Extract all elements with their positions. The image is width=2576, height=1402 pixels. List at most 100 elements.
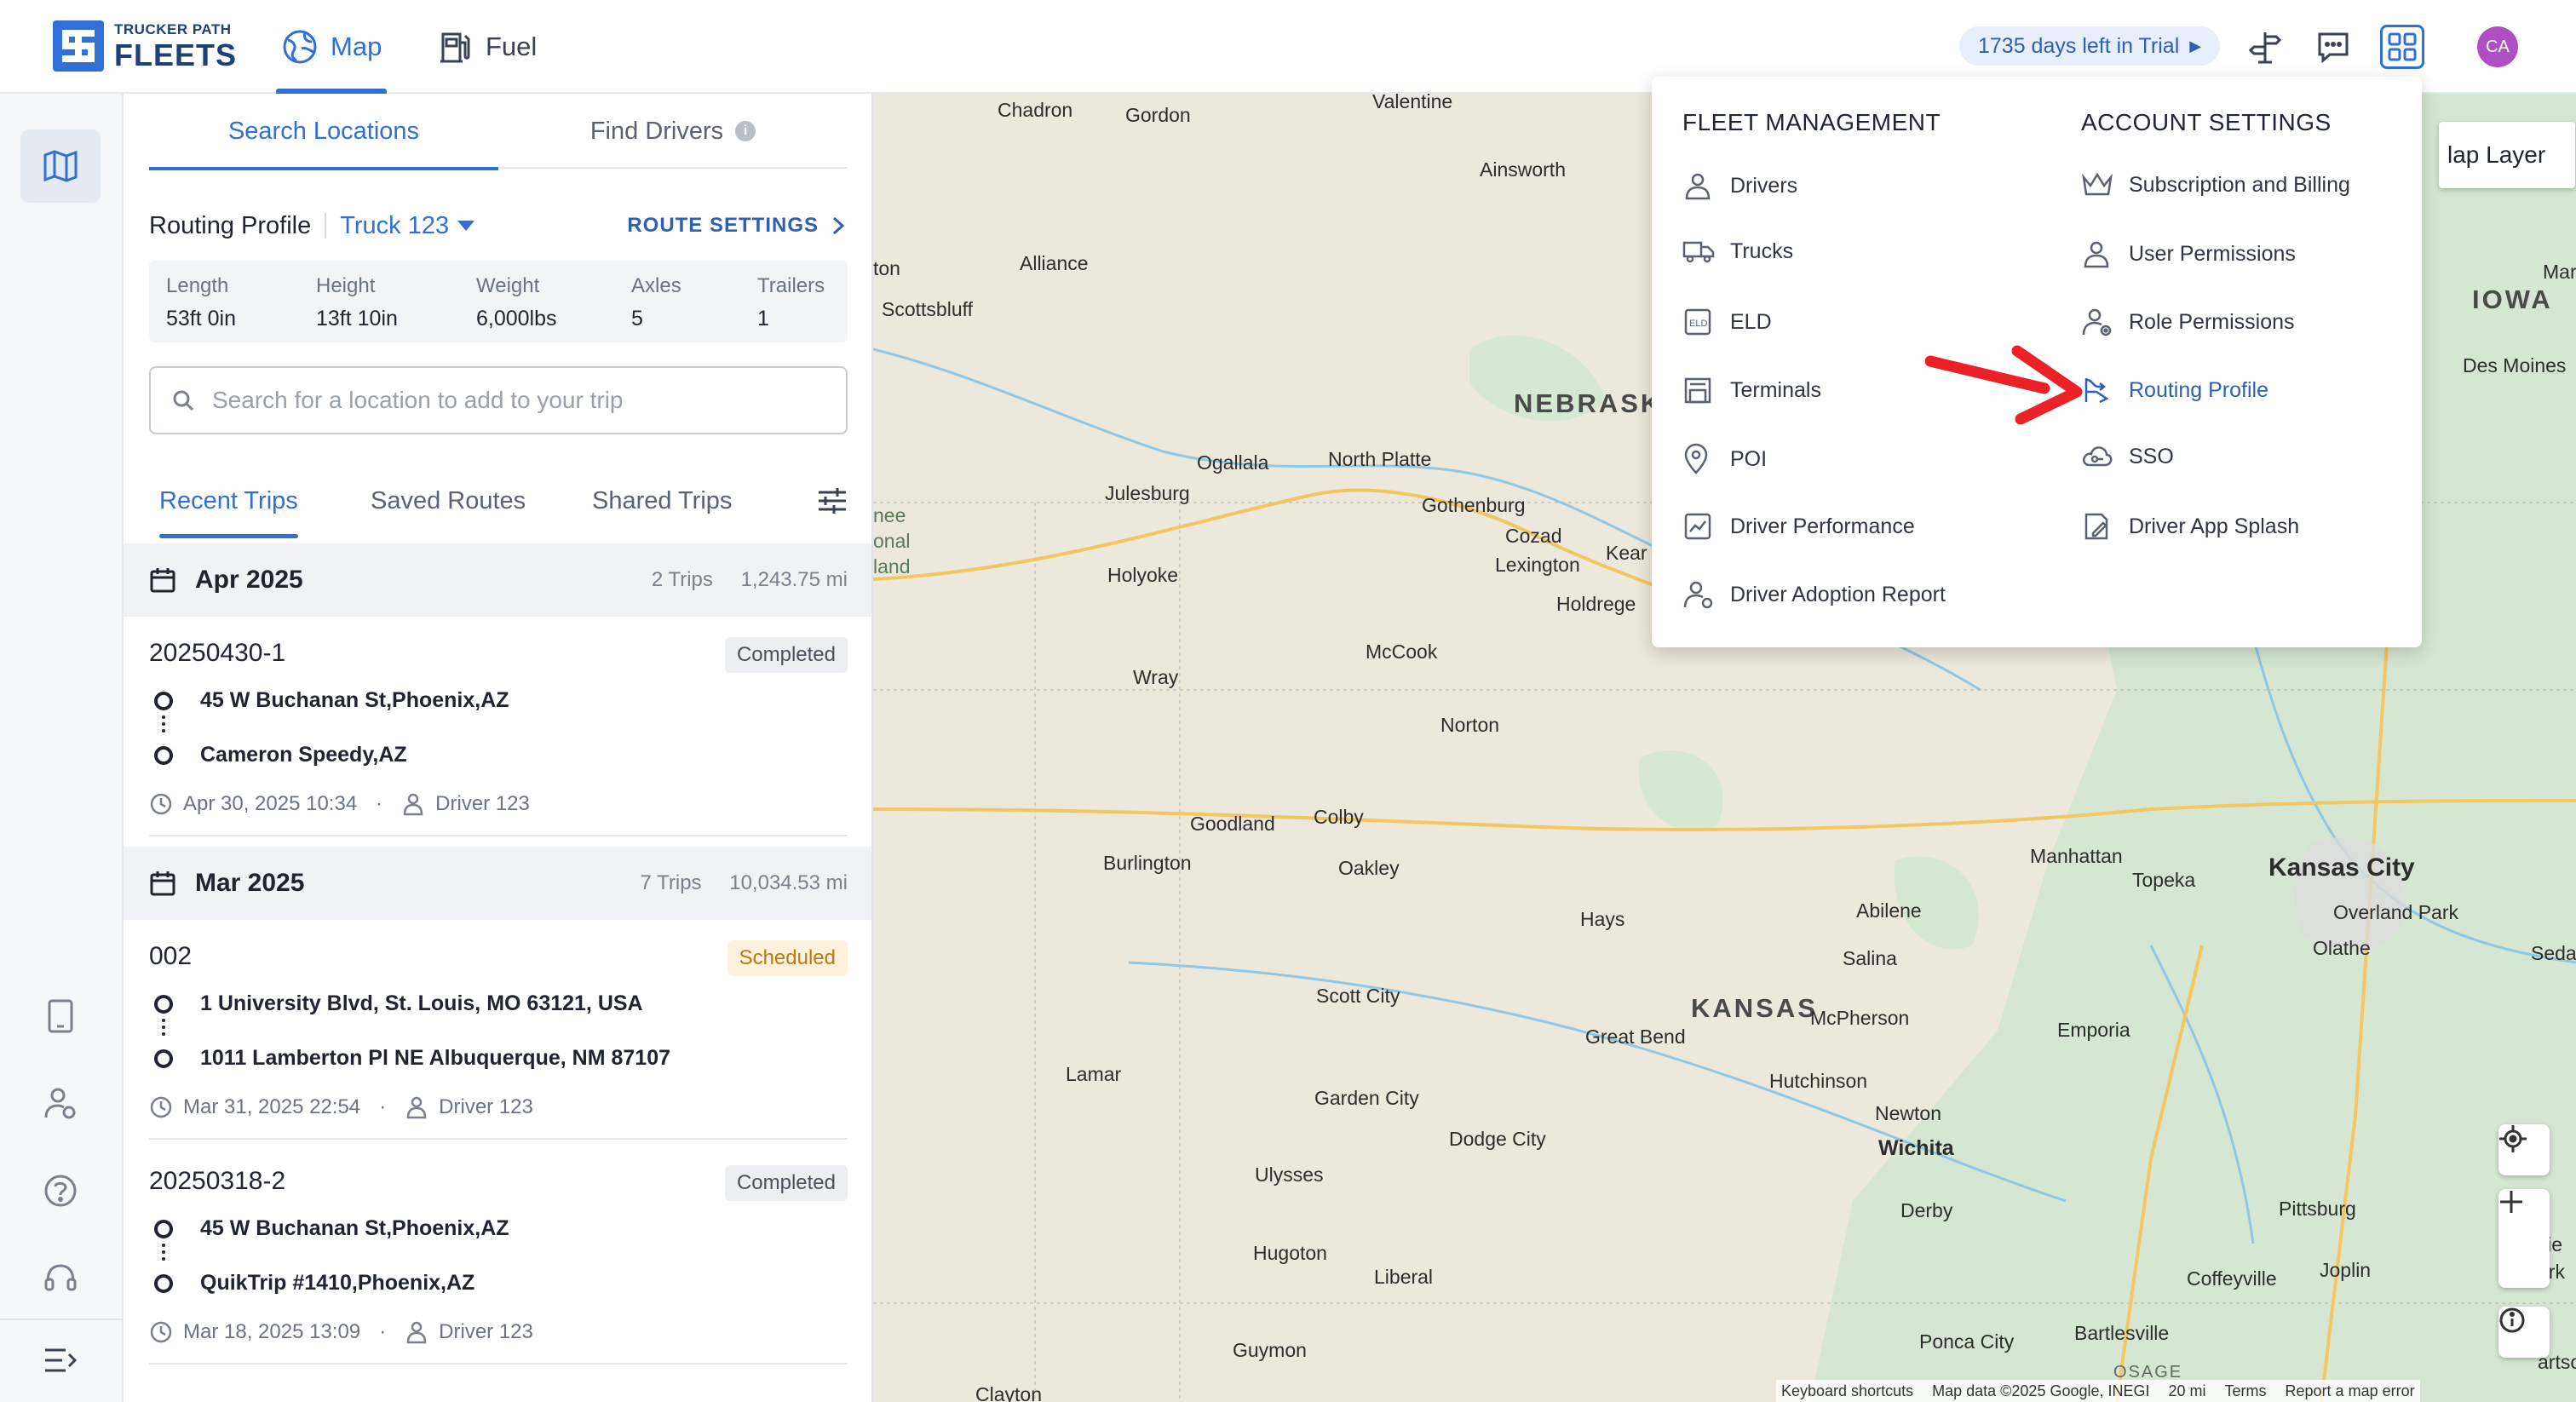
- trucker-path-fleets-logo[interactable]: TRUCKER PATH FLEETS: [53, 20, 237, 72]
- clock-icon: [150, 1321, 172, 1343]
- trip-destination-label: QuikTrip #1410,Phoenix,AZ: [200, 1271, 475, 1295]
- zoom-controls: [2498, 1189, 2550, 1288]
- user-avatar[interactable]: CA: [2477, 26, 2518, 67]
- tab-shared-trips[interactable]: Shared Trips: [592, 463, 732, 538]
- spec-height-label: Height: [316, 274, 376, 297]
- tab-find-drivers[interactable]: Find Drivers i: [498, 94, 848, 169]
- help-icon: [44, 1175, 77, 1207]
- account-settings-heading: ACCOUNT SETTINGS: [2081, 109, 2332, 135]
- city-label: Hugoton: [1253, 1242, 1327, 1264]
- keyboard-shortcuts-link[interactable]: Keyboard shortcuts: [1781, 1382, 1913, 1400]
- city-label: Sedali: [2531, 942, 2576, 964]
- trip-date: Apr 30, 2025 10:34: [183, 792, 358, 815]
- menu-item-trucks[interactable]: Trucks: [1682, 238, 1793, 264]
- city-label: Pittsburg: [2279, 1198, 2356, 1220]
- trip-card[interactable]: 20250318-2 Completed 45 W Buchanan St,Ph…: [149, 1145, 848, 1365]
- city-label: nee: [873, 504, 906, 526]
- menu-item-driver-performance[interactable]: Driver Performance: [1682, 511, 1915, 542]
- month-trip-count: 2 Trips: [651, 568, 713, 591]
- driver-icon: [1682, 170, 1716, 201]
- menu-item-user-permissions[interactable]: User Permissions: [2081, 238, 2296, 269]
- city-label: North Platte: [1328, 448, 1432, 470]
- route-settings-link[interactable]: ROUTE SETTINGS: [627, 214, 848, 238]
- menu-item-drivers[interactable]: Drivers: [1682, 170, 1797, 201]
- city-label: Olathe: [2313, 937, 2371, 959]
- city-label: Burlington: [1103, 852, 1192, 874]
- terms-link[interactable]: Terms: [2225, 1382, 2267, 1400]
- menu-item-subscription-billing[interactable]: Subscription and Billing: [2081, 170, 2350, 199]
- city-label: Garden City: [1314, 1087, 1419, 1109]
- spec-length: Length 53ft 0in: [166, 274, 236, 331]
- tab-saved-routes[interactable]: Saved Routes: [371, 463, 526, 538]
- tab-search-locations[interactable]: Search Locations: [149, 94, 498, 170]
- info-icon[interactable]: i: [735, 121, 756, 141]
- nav-tab-fuel[interactable]: Fuel: [438, 0, 537, 94]
- spec-weight-label: Weight: [476, 274, 540, 297]
- menu-item-driver-app-splash[interactable]: Driver App Splash: [2081, 511, 2299, 542]
- state-label-iowa: IOWA: [2472, 284, 2553, 314]
- routing-profile-divider: [325, 213, 327, 238]
- trip-origin: 45 W Buchanan St,Phoenix,AZ: [149, 688, 509, 713]
- rail-device-button[interactable]: [20, 980, 101, 1053]
- left-rail: [0, 94, 124, 1402]
- rail-map-button[interactable]: [20, 129, 101, 203]
- city-label: Des Moines: [2463, 354, 2567, 376]
- map-layer-button[interactable]: lap Layer: [2439, 122, 2575, 188]
- nav-tab-map[interactable]: Map: [275, 0, 388, 94]
- menu-item-terminals-label: Terminals: [1730, 377, 1821, 402]
- menu-item-poi[interactable]: POI: [1682, 443, 1767, 475]
- globe-icon: [281, 28, 319, 66]
- city-label: Dodge City: [1449, 1128, 1546, 1150]
- performance-chart-icon: [1682, 511, 1716, 542]
- menu-item-routing-profile[interactable]: Routing Profile: [2081, 375, 2268, 405]
- menu-item-eld[interactable]: ELD ELD: [1682, 307, 1772, 337]
- spec-weight: Weight 6,000lbs: [476, 274, 557, 331]
- driver-icon: [403, 793, 423, 816]
- filter-sliders-icon[interactable]: [817, 486, 848, 520]
- collapse-menu-icon: [45, 1348, 78, 1372]
- city-label: Overland Park: [2333, 901, 2459, 923]
- trip-origin-label: 45 W Buchanan St,Phoenix,AZ: [200, 1216, 509, 1240]
- city-label: Goodland: [1190, 813, 1275, 835]
- caret-right-icon: ▶: [2189, 37, 2202, 55]
- city-label: Derby: [1900, 1199, 1953, 1221]
- menu-item-user-permissions-label: User Permissions: [2129, 241, 2296, 266]
- city-label: Wichita: [1878, 1136, 1954, 1160]
- trip-date: Mar 18, 2025 13:09: [183, 1320, 361, 1343]
- rail-help-button[interactable]: [20, 1154, 101, 1227]
- trip-name: 20250318-2: [149, 1167, 286, 1195]
- rail-driver-settings-button[interactable]: [20, 1066, 101, 1140]
- location-search-box[interactable]: [149, 366, 848, 434]
- tab-saved-routes-label: Saved Routes: [371, 486, 526, 514]
- apps-grid-button[interactable]: [2380, 25, 2424, 69]
- panel-tabs: Search Locations Find Drivers i: [149, 94, 848, 170]
- menu-item-driver-adoption-report[interactable]: Driver Adoption Report: [1682, 579, 1946, 610]
- menu-item-sso[interactable]: SSO: [2081, 443, 2174, 470]
- caret-down-icon: [457, 221, 475, 231]
- menu-item-terminals[interactable]: Terminals: [1682, 375, 1821, 405]
- map-info-button[interactable]: [2498, 1307, 2550, 1358]
- menu-item-role-permissions[interactable]: Role Permissions: [2081, 307, 2295, 337]
- my-location-button[interactable]: [2498, 1124, 2550, 1175]
- report-map-error-link[interactable]: Report a map error: [2286, 1382, 2415, 1400]
- spec-axles: Axles 5: [631, 274, 681, 331]
- map-scale[interactable]: 20 mi: [2169, 1382, 2206, 1400]
- trip-card[interactable]: 002 Scheduled 1 University Blvd, St. Lou…: [149, 920, 848, 1140]
- tab-recent-trips[interactable]: Recent Trips: [159, 463, 298, 538]
- chat-icon[interactable]: [2312, 26, 2355, 68]
- city-label: Holyoke: [1107, 564, 1179, 586]
- trial-days-badge[interactable]: 1735 days left in Trial ▶: [1959, 26, 2221, 66]
- rail-support-button[interactable]: [20, 1242, 101, 1315]
- trip-meta: Mar 31, 2025 22:54 · Driver 123: [149, 1095, 533, 1119]
- route-sign-icon[interactable]: [2244, 26, 2286, 68]
- truck-selector[interactable]: Truck 123: [340, 212, 475, 240]
- route-settings-label: ROUTE SETTINGS: [627, 214, 819, 237]
- fuel-pump-icon: [438, 29, 474, 65]
- city-label: Gordon: [1125, 104, 1191, 126]
- spec-length-value: 53ft 0in: [166, 307, 237, 330]
- spec-weight-value: 6,000lbs: [476, 307, 557, 330]
- location-search-input[interactable]: [210, 386, 807, 415]
- trip-card[interactable]: 20250430-1 Completed 45 W Buchanan St,Ph…: [149, 617, 848, 836]
- spec-axles-label: Axles: [631, 274, 681, 297]
- rail-collapse-button[interactable]: [20, 1324, 101, 1397]
